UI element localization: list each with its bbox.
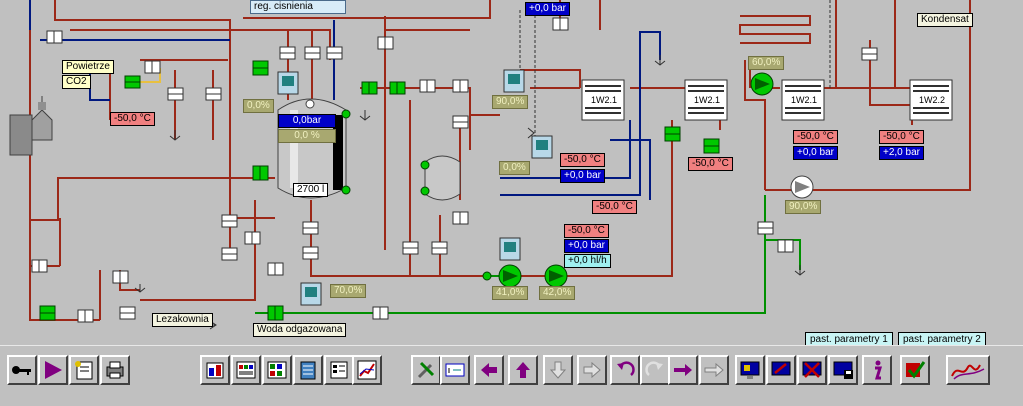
screen-edit-icon — [770, 359, 792, 381]
fan-pct: 90,0% — [785, 200, 822, 214]
move-right-button[interactable] — [668, 355, 698, 385]
info-button[interactable] — [862, 355, 892, 385]
hx-label-3: 1W2.1 — [789, 95, 820, 106]
pump1-pct: 41,0% — [492, 286, 529, 300]
arrow-right-button[interactable] — [577, 355, 607, 385]
hx-temp-b-value: -50,0 °C — [793, 130, 838, 144]
screen-delete-button[interactable] — [797, 355, 827, 385]
top-pressure-value: +0,0 bar — [525, 2, 570, 16]
arrow-left-button[interactable] — [474, 355, 504, 385]
hx-label-1: 1W2.1 — [589, 95, 620, 106]
pump-2[interactable] — [544, 264, 568, 288]
info-icon — [866, 359, 888, 381]
fan-pump[interactable] — [790, 175, 814, 199]
screen-save-button[interactable] — [828, 355, 858, 385]
key-icon — [11, 362, 33, 378]
hx-pressure-b-value: +0,0 bar — [793, 146, 838, 160]
arrow-down-icon — [547, 359, 569, 381]
undo-button[interactable] — [610, 355, 640, 385]
condensate-label: Kondensat — [917, 13, 973, 27]
arrow-up-button[interactable] — [508, 355, 538, 385]
tank-name-label: reg. cisnienia — [250, 0, 346, 14]
pump-flow-value: +0,0 hl/h — [564, 254, 611, 268]
degassed-water-label: Woda odgazowana — [253, 323, 347, 337]
panel-button[interactable] — [293, 355, 323, 385]
arrow-up-icon — [512, 359, 534, 381]
cellar-label: Lezakownia — [152, 313, 213, 327]
trend-list-button[interactable] — [324, 355, 354, 385]
trend-list-icon — [328, 359, 350, 381]
screen-edit-button[interactable] — [766, 355, 796, 385]
valve-pct-c: 70,0% — [330, 284, 367, 298]
tools-icon — [415, 359, 437, 381]
trend-chart-button[interactable] — [352, 355, 382, 385]
right-pump-pct: 60,0% — [748, 56, 785, 70]
play-icon — [42, 359, 64, 381]
bottom-toolbar — [0, 345, 1023, 406]
panel-icon — [297, 359, 319, 381]
hx-label-2: 1W2.1 — [692, 95, 723, 106]
tools-button[interactable] — [411, 355, 441, 385]
arrow-down-button[interactable] — [543, 355, 573, 385]
printer-icon — [104, 359, 126, 381]
gkc-button[interactable] — [231, 355, 261, 385]
play-button[interactable] — [38, 355, 68, 385]
printer-button[interactable] — [100, 355, 130, 385]
hx-temp-c-value: -50,0 °C — [879, 130, 924, 144]
pump-pressure-value: +0,0 bar — [564, 239, 609, 253]
move-right-2-icon — [703, 359, 725, 381]
text-edit-button[interactable] — [440, 355, 470, 385]
report-button[interactable] — [200, 355, 230, 385]
left-temp-value: -50,0 °C — [110, 112, 155, 126]
signature-button[interactable] — [946, 355, 990, 385]
redo-button[interactable] — [640, 355, 670, 385]
signature-icon — [950, 359, 986, 381]
screen-button[interactable] — [735, 355, 765, 385]
inlet-node — [482, 271, 492, 281]
gkc-icon — [235, 359, 257, 381]
pump-3[interactable] — [750, 72, 774, 96]
pump-1[interactable] — [498, 264, 522, 288]
valve-pct-b: 0,0% — [499, 161, 530, 175]
valve-pct-tank: 0,0% — [243, 99, 274, 113]
tank-level-value: 0,0 % — [278, 129, 336, 143]
pump2-pct: 42,0% — [539, 286, 576, 300]
arrow-right-icon — [581, 359, 603, 381]
notepad-icon — [73, 359, 95, 381]
report-icon — [204, 359, 226, 381]
screen-delete-icon — [801, 359, 823, 381]
tank-pressure-value: 0,0bar — [278, 114, 336, 128]
buffer-tank — [420, 155, 461, 201]
trend-chart-icon — [356, 359, 378, 381]
air-label: Powietrze — [62, 60, 114, 74]
screen-save-icon — [832, 359, 854, 381]
notepad-button[interactable] — [69, 355, 99, 385]
mid-pressure-value: +0,0 bar — [560, 169, 605, 183]
confirm-button[interactable] — [900, 355, 930, 385]
co2-label: CO2 — [62, 75, 91, 89]
hx-label-4: 1W2.2 — [917, 95, 948, 106]
key-button[interactable] — [7, 355, 37, 385]
text-edit-icon — [444, 359, 466, 381]
tank-volume-value: 2700 l — [293, 183, 329, 197]
screen-icon — [739, 359, 761, 381]
hx-temp-a-value: -50,0 °C — [688, 157, 733, 171]
move-right-icon — [672, 359, 694, 381]
move-right-2-button[interactable] — [699, 355, 729, 385]
pump-temp-value: -50,0 °C — [564, 224, 609, 238]
valve-pct-a: 90,0% — [492, 95, 529, 109]
arrow-left-icon — [478, 359, 500, 381]
undo-icon — [614, 359, 636, 381]
redo-icon — [644, 359, 666, 381]
mid-temp-2-value: -50,0 °C — [592, 200, 637, 214]
hx-pressure-c-value: +2,0 bar — [879, 146, 924, 160]
check-icon — [904, 359, 926, 381]
grid-icon — [266, 359, 288, 381]
grid-button[interactable] — [262, 355, 292, 385]
mid-temp-value: -50,0 °C — [560, 153, 605, 167]
